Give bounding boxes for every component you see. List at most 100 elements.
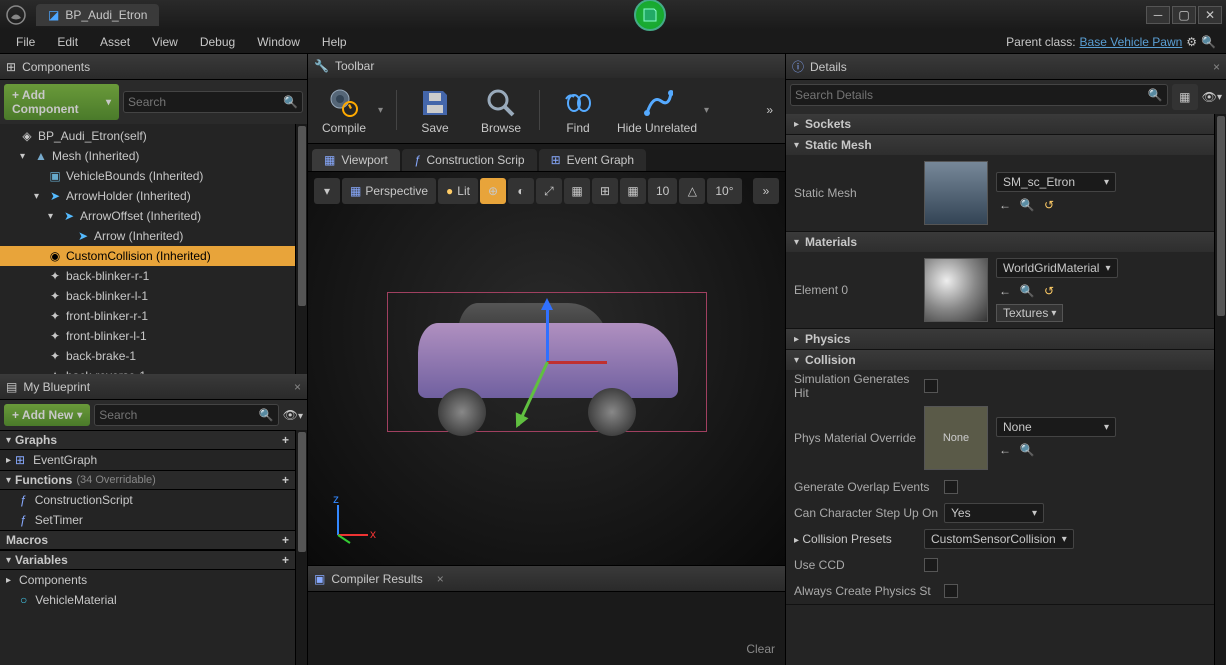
settings-icon[interactable]: ⚙ [1186, 35, 1197, 49]
section-macros[interactable]: Macros+ [0, 530, 295, 550]
add-component-button[interactable]: + Add Component▾ [4, 84, 119, 120]
components-scrollbar[interactable] [295, 124, 307, 374]
section-sockets[interactable]: ▸Sockets [786, 114, 1214, 134]
myblueprint-search-input[interactable] [99, 408, 259, 422]
close-button[interactable]: ✕ [1198, 6, 1222, 24]
menu-file[interactable]: File [6, 33, 45, 51]
tab-construction[interactable]: ƒConstruction Scrip [402, 149, 537, 171]
viewport-overflow-button[interactable]: » [753, 178, 779, 204]
genover-checkbox[interactable] [944, 480, 958, 494]
game-view-button[interactable]: ◐ [508, 178, 534, 204]
search-parent-icon[interactable]: 🔍 [1201, 35, 1216, 49]
tree-item-back-reverse[interactable]: ✦back-reverse-1 [0, 366, 295, 374]
section-physics[interactable]: ▸Physics [786, 329, 1214, 349]
simgen-checkbox[interactable] [924, 379, 938, 393]
static-mesh-thumbnail[interactable] [924, 161, 988, 225]
add-macro-button[interactable]: + [282, 533, 289, 547]
use-selected-icon[interactable]: ← [996, 196, 1014, 214]
tree-item-front-blinker-r[interactable]: ✦front-blinker-r-1 [0, 306, 295, 326]
show-button[interactable]: ⊕ [480, 178, 506, 204]
viewport-options-button[interactable]: ▾ [314, 178, 340, 204]
item-settimer[interactable]: ƒSetTimer [0, 510, 295, 530]
tree-item-vehiclebounds[interactable]: ▣VehicleBounds (Inherited) [0, 166, 295, 186]
physmat-thumbnail[interactable]: None [924, 406, 988, 470]
tree-item-front-blinker-l[interactable]: ✦front-blinker-l-1 [0, 326, 295, 346]
details-search-input[interactable] [795, 88, 1148, 102]
browse-button[interactable]: Browse [469, 82, 533, 138]
use-selected-icon[interactable]: ← [996, 282, 1014, 300]
physmat-picker[interactable]: None▾ [996, 417, 1116, 437]
close-panel-icon[interactable]: × [294, 380, 301, 394]
menu-asset[interactable]: Asset [90, 33, 140, 51]
snap-angle[interactable]: 10° [707, 178, 741, 204]
always-checkbox[interactable] [944, 584, 958, 598]
presets-label[interactable]: ▸ Collision Presets [794, 532, 924, 546]
find-button[interactable]: Find [546, 82, 610, 138]
components-search-input[interactable] [128, 95, 283, 109]
visibility-filter-button[interactable]: 👁▾ [1202, 84, 1222, 110]
add-variable-button[interactable]: + [282, 553, 289, 567]
close-details-icon[interactable]: × [1213, 60, 1220, 74]
viewport-canvas[interactable]: z x [308, 172, 785, 565]
details-scrollbar[interactable] [1214, 114, 1226, 665]
tree-item-arrowholder[interactable]: ▾➤ArrowHolder (Inherited) [0, 186, 295, 206]
menu-debug[interactable]: Debug [190, 33, 245, 51]
item-components-var[interactable]: ▸Components [0, 570, 295, 590]
browse-asset-icon[interactable]: 🔍 [1018, 441, 1036, 459]
hide-dropdown[interactable]: ▾ [704, 105, 716, 116]
compile-button[interactable]: Compile [312, 82, 376, 138]
myblueprint-search[interactable]: 🔍 [94, 404, 278, 426]
snap-loc-button[interactable]: ▦ [564, 178, 590, 204]
item-constructionscript[interactable]: ƒConstructionScript [0, 490, 295, 510]
tree-item-root[interactable]: ◈BP_Audi_Etron(self) [0, 126, 295, 146]
add-function-button[interactable]: + [282, 473, 289, 487]
grid-button[interactable]: ⊞ [592, 178, 618, 204]
menu-view[interactable]: View [142, 33, 188, 51]
textures-button[interactable]: Textures▾ [996, 304, 1063, 322]
tab-eventgraph[interactable]: ⊞Event Graph [539, 149, 646, 171]
add-graph-button[interactable]: + [282, 433, 289, 447]
compile-dropdown[interactable]: ▾ [378, 105, 390, 116]
dirty-save-indicator-icon[interactable] [634, 0, 666, 31]
browse-asset-icon[interactable]: 🔍 [1018, 282, 1036, 300]
save-button[interactable]: Save [403, 82, 467, 138]
lit-button[interactable]: ●Lit [438, 178, 478, 204]
eye-icon[interactable]: 👁▾ [283, 408, 303, 422]
realtime-button[interactable]: ⤢ [536, 178, 562, 204]
close-compiler-icon[interactable]: × [437, 572, 444, 586]
add-new-button[interactable]: + Add New▾ [4, 404, 90, 426]
tree-item-mesh[interactable]: ▾▲Mesh (Inherited) [0, 146, 295, 166]
clear-button[interactable]: Clear [746, 642, 775, 656]
menu-edit[interactable]: Edit [47, 33, 88, 51]
minimize-button[interactable]: ─ [1146, 6, 1170, 24]
menu-help[interactable]: Help [312, 33, 357, 51]
perspective-button[interactable]: ▦Perspective [342, 178, 436, 204]
reset-icon[interactable]: ↺ [1040, 196, 1058, 214]
menu-window[interactable]: Window [247, 33, 310, 51]
parent-class-link[interactable]: Base Vehicle Pawn [1080, 35, 1183, 49]
snap-size[interactable]: 10 [648, 178, 677, 204]
item-vehiclematerial[interactable]: ○VehicleMaterial [0, 590, 295, 610]
tree-item-arrow[interactable]: ➤Arrow (Inherited) [0, 226, 295, 246]
material-thumbnail[interactable] [924, 258, 988, 322]
property-matrix-button[interactable]: ▦ [1172, 84, 1198, 110]
snap-grid-button[interactable]: ▦ [620, 178, 646, 204]
details-search[interactable]: 🔍 [790, 84, 1168, 106]
snap-rot-button[interactable]: △ [679, 178, 705, 204]
use-selected-icon[interactable]: ← [996, 441, 1014, 459]
item-eventgraph[interactable]: ▸⊞EventGraph [0, 450, 295, 470]
tree-item-back-brake[interactable]: ✦back-brake-1 [0, 346, 295, 366]
material-picker[interactable]: WorldGridMaterial▾ [996, 258, 1118, 278]
components-search[interactable]: 🔍 [123, 91, 303, 113]
section-variables[interactable]: ▾Variables+ [0, 550, 295, 570]
section-static-mesh[interactable]: ▾Static Mesh [786, 135, 1214, 155]
tree-item-customcollision[interactable]: ◉CustomCollision (Inherited) [0, 246, 295, 266]
section-materials[interactable]: ▾Materials [786, 232, 1214, 252]
hide-unrelated-button[interactable]: Hide Unrelated [612, 82, 702, 138]
document-tab[interactable]: ◪ BP_Audi_Etron [36, 4, 159, 26]
toolbar-overflow-button[interactable]: » [758, 95, 781, 125]
canstep-dropdown[interactable]: Yes▾ [944, 503, 1044, 523]
maximize-button[interactable]: ▢ [1172, 6, 1196, 24]
myblueprint-scrollbar[interactable] [295, 430, 307, 665]
tree-item-back-blinker-l[interactable]: ✦back-blinker-l-1 [0, 286, 295, 306]
